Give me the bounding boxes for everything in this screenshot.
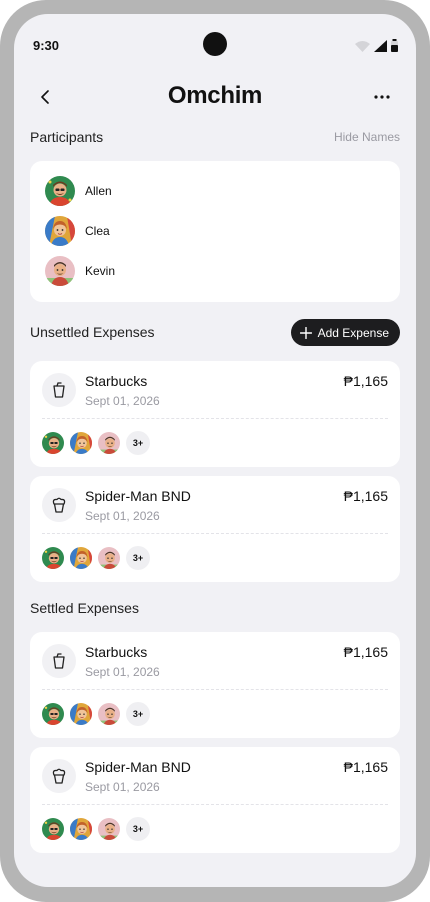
participant-name: Allen [85, 184, 112, 198]
unsettled-expenses-title: Unsettled Expenses [30, 324, 155, 340]
participants-avatars: 3+ [41, 431, 150, 455]
avatar [41, 817, 65, 841]
status-time: 9:30 [33, 38, 60, 53]
more-options-button[interactable] [370, 86, 394, 108]
divider [42, 533, 388, 534]
cupcake-icon [42, 759, 76, 793]
expense-date: Sept 01, 2026 [85, 509, 160, 523]
settled-expenses-title: Settled Expenses [30, 600, 139, 616]
more-participants-badge: 3+ [126, 546, 150, 570]
phone-frame: 9:30 Omchim Participants Hide Names Alle… [0, 0, 430, 902]
expense-name: Starbucks [85, 644, 148, 660]
app-screen: 9:30 Omchim Participants Hide Names Alle… [14, 14, 416, 887]
avatar [69, 431, 93, 455]
add-expense-label: Add Expense [317, 325, 389, 340]
participants-card: Allen Clea Kevin [30, 161, 400, 302]
participant-row[interactable]: Allen [45, 176, 112, 206]
avatar [41, 702, 65, 726]
avatar [41, 546, 65, 570]
expense-amount: ₱1,165 [343, 373, 388, 389]
more-participants-badge: 3+ [126, 702, 150, 726]
hide-names-link[interactable]: Hide Names [334, 130, 400, 144]
avatar [45, 256, 75, 286]
expense-amount: ₱1,165 [343, 759, 388, 775]
divider [42, 804, 388, 805]
avatar [69, 817, 93, 841]
avatar [45, 176, 75, 206]
more-horizontal-icon [374, 95, 390, 99]
expense-amount: ₱1,165 [343, 644, 388, 660]
participant-name: Kevin [85, 264, 116, 278]
status-icons [355, 39, 398, 52]
add-expense-button[interactable]: Add Expense [290, 319, 400, 346]
expense-name: Spider-Man BND [85, 759, 191, 775]
camera-notch [203, 32, 227, 56]
avatar [69, 702, 93, 726]
expense-card[interactable]: Starbucks Sept 01, 2026 ₱1,165 3+ [30, 361, 400, 467]
cup-icon [42, 644, 76, 678]
wifi-icon [355, 41, 370, 52]
signal-icon [374, 40, 387, 52]
battery-icon [391, 39, 398, 52]
participants-avatars: 3+ [41, 817, 150, 841]
expense-card[interactable]: Starbucks Sept 01, 2026 ₱1,165 3+ [30, 632, 400, 738]
divider [42, 689, 388, 690]
more-participants-badge: 3+ [126, 431, 150, 455]
cup-icon [42, 373, 76, 407]
expense-date: Sept 01, 2026 [85, 394, 160, 408]
participant-name: Clea [85, 224, 110, 238]
expense-card[interactable]: Spider-Man BND Sept 01, 2026 ₱1,165 3+ [30, 476, 400, 582]
expense-name: Starbucks [85, 373, 148, 389]
avatar [45, 216, 75, 246]
expense-date: Sept 01, 2026 [85, 665, 160, 679]
participants-avatars: 3+ [41, 546, 150, 570]
page-title: Omchim [167, 82, 263, 109]
avatar [97, 702, 121, 726]
avatar [97, 431, 121, 455]
divider [42, 418, 388, 419]
avatar [97, 546, 121, 570]
cupcake-icon [42, 488, 76, 522]
participants-title: Participants [30, 129, 104, 145]
expense-card[interactable]: Spider-Man BND Sept 01, 2026 ₱1,165 3+ [30, 747, 400, 853]
plus-icon [299, 326, 312, 339]
more-participants-badge: 3+ [126, 817, 150, 841]
avatar [41, 431, 65, 455]
participant-row[interactable]: Clea [45, 216, 110, 246]
expense-amount: ₱1,165 [343, 488, 388, 504]
participants-avatars: 3+ [41, 702, 150, 726]
avatar [69, 546, 93, 570]
expense-name: Spider-Man BND [85, 488, 191, 504]
avatar [97, 817, 121, 841]
participant-row[interactable]: Kevin [45, 256, 115, 286]
expense-date: Sept 01, 2026 [85, 780, 160, 794]
